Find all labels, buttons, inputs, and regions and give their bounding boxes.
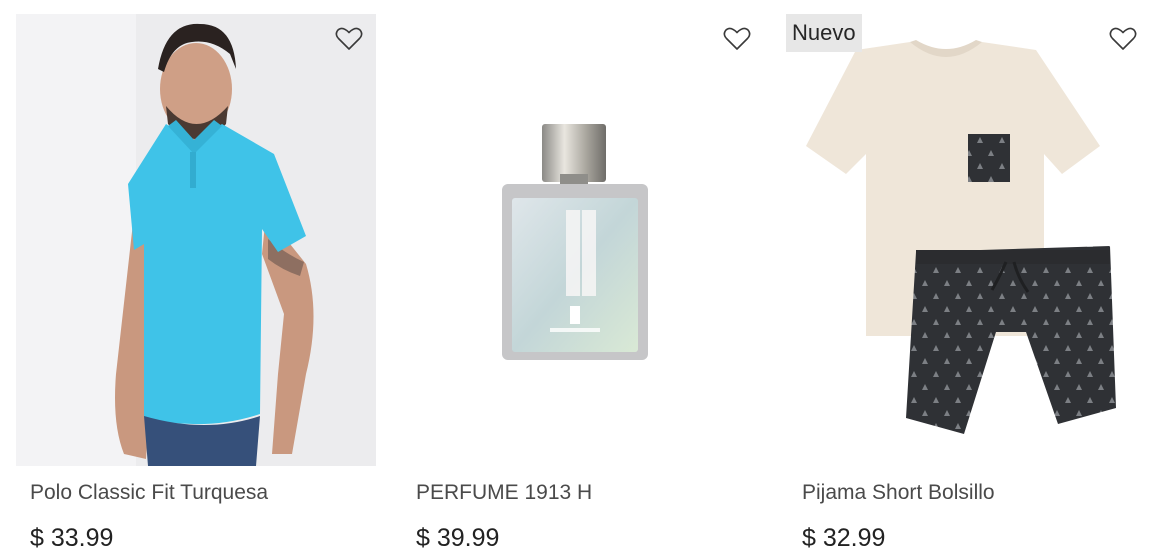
heart-outline-icon — [1109, 27, 1137, 50]
new-badge: Nuevo — [786, 14, 862, 52]
product-title[interactable]: PERFUME 1913 H — [416, 481, 592, 505]
product-title[interactable]: Pijama Short Bolsillo — [802, 481, 995, 505]
product-price: $ 32.99 — [802, 524, 886, 552]
product-grid: Polo Classic Fit Turquesa $ 33.99 PERFUM… — [0, 0, 1168, 560]
favorite-button[interactable] — [1108, 24, 1138, 52]
heart-outline-icon — [723, 27, 751, 50]
product-card-pijama[interactable]: Nuevo Pijama Short Bolsillo $ 32.99 — [772, 0, 1158, 560]
product-image-perfume[interactable] — [400, 14, 760, 466]
product-card-perfume[interactable]: PERFUME 1913 H $ 39.99 — [386, 0, 772, 560]
product-image-pijama[interactable] — [786, 14, 1146, 466]
product-price: $ 39.99 — [416, 524, 500, 552]
product-price: $ 33.99 — [30, 524, 114, 552]
product-image-polo[interactable] — [16, 14, 376, 466]
favorite-button[interactable] — [334, 24, 364, 52]
heart-outline-icon — [335, 27, 363, 50]
product-title[interactable]: Polo Classic Fit Turquesa — [30, 481, 268, 505]
product-card-polo[interactable]: Polo Classic Fit Turquesa $ 33.99 — [0, 0, 386, 560]
favorite-button[interactable] — [722, 24, 752, 52]
